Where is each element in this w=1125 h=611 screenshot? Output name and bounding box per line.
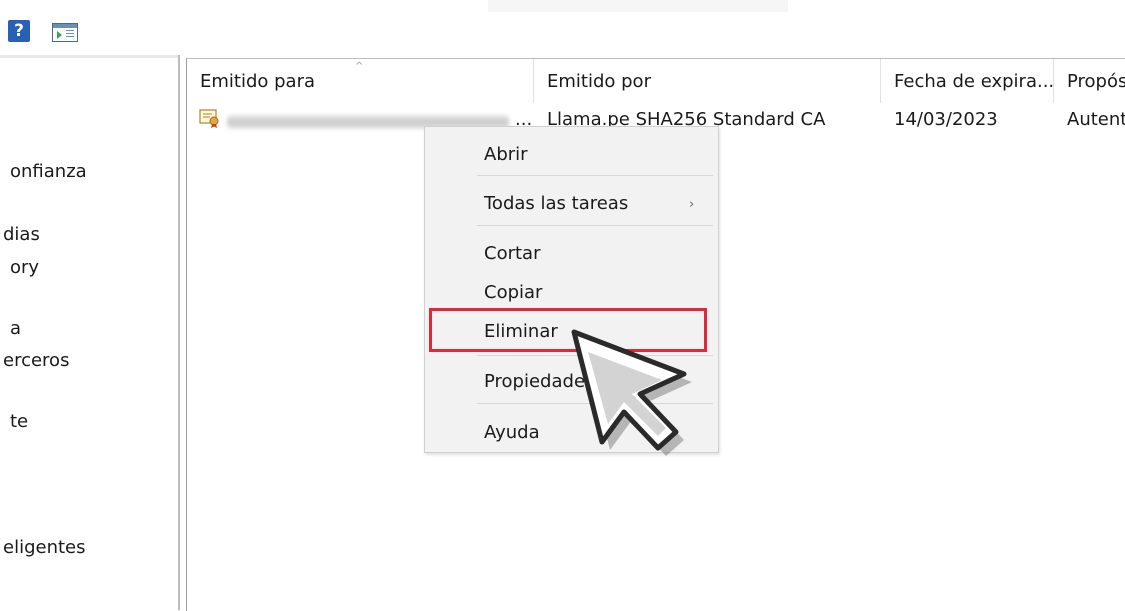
tree-item[interactable]: onfianza — [10, 161, 87, 182]
context-menu: Abrir Todas las tareas › Cortar Copiar E… — [424, 126, 719, 453]
menu-item-open[interactable]: Abrir — [484, 144, 528, 165]
cell-expiration: 14/03/2023 — [894, 109, 998, 130]
submenu-arrow-icon: › — [689, 197, 695, 212]
column-header-issued-by[interactable]: Emitido por — [534, 59, 880, 103]
menu-item-all-tasks[interactable]: Todas las tareas — [484, 193, 628, 214]
toolbar: ? — [0, 0, 1125, 46]
delete-highlight-box — [429, 308, 707, 352]
help-icon[interactable]: ? — [8, 20, 30, 42]
menu-separator — [477, 355, 713, 356]
toolbar-strip — [488, 0, 788, 12]
tree-item[interactable]: dias — [3, 224, 40, 245]
certificate-icon — [199, 109, 219, 128]
column-header-expiration[interactable]: Fecha de expira... — [881, 59, 1053, 103]
show-hide-action-pane-icon[interactable] — [52, 23, 78, 42]
tree-item[interactable]: te — [10, 411, 28, 432]
menu-item-properties[interactable]: Propiedades — [484, 371, 594, 392]
menu-separator — [477, 225, 713, 226]
tree-item[interactable]: a — [10, 318, 21, 339]
column-header-issued-to[interactable]: Emitido para — [187, 59, 533, 103]
column-header-purpose[interactable]: Propós — [1054, 59, 1125, 103]
tree-item[interactable]: ory — [10, 257, 39, 278]
tree-item[interactable]: eligentes — [3, 537, 86, 558]
cell-purpose: Autent — [1067, 109, 1125, 130]
menu-separator — [477, 175, 713, 176]
menu-item-help[interactable]: Ayuda — [484, 422, 540, 443]
tree-item[interactable]: erceros — [3, 350, 69, 371]
menu-item-cut[interactable]: Cortar — [484, 243, 540, 264]
menu-separator — [477, 403, 713, 404]
menu-item-copy[interactable]: Copiar — [484, 282, 542, 303]
navigation-tree-pane: onfianza dias ory a erceros te eligentes — [0, 55, 180, 610]
